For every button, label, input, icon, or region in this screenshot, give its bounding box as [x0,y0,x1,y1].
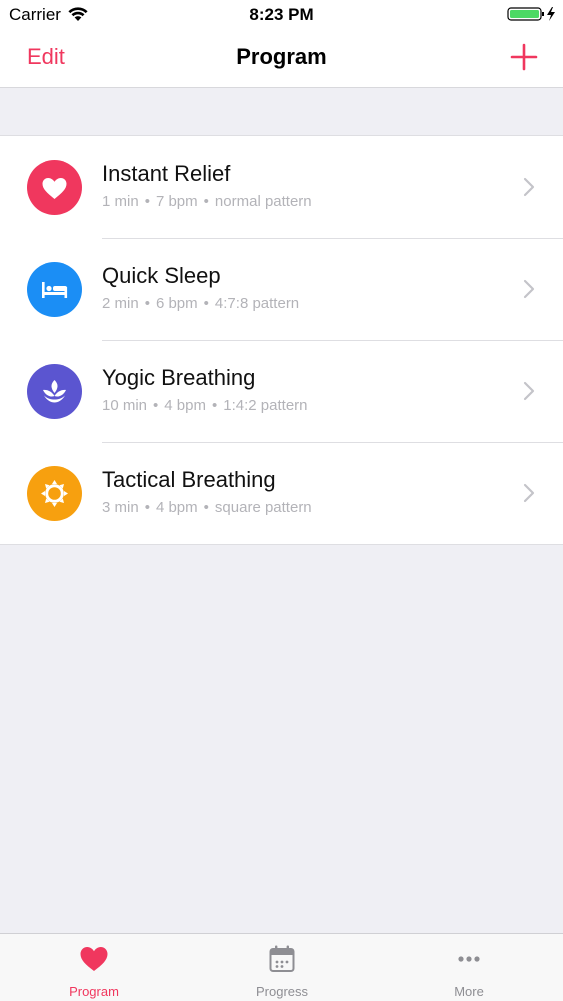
program-details: 2 min • 6 bpm • 4:7:8 pattern [102,295,300,312]
tab-progress[interactable]: Progress [188,934,376,1001]
tab-label: Progress [255,984,309,999]
program-pattern: 1:4:2 pattern [223,397,308,414]
program-title: Tactical Breathing [102,467,276,492]
program-duration: 10 min [102,397,148,414]
tab-label: More [454,984,484,999]
bed-icon [27,262,82,317]
tab-label: Program [69,984,119,999]
program-row-quick-sleep[interactable]: Quick Sleep 2 min • 6 bpm • 4:7:8 pattern [0,238,563,340]
tab-program[interactable]: Program [0,934,188,1001]
lotus-icon [27,364,82,419]
sun-icon [27,466,82,521]
program-rate: 6 bpm [155,295,198,312]
chevron-right-icon [523,483,535,503]
program-title: Instant Relief [102,161,231,186]
chevron-right-icon [523,381,535,401]
calendar-icon [269,945,295,972]
program-pattern: 4:7:8 pattern [214,295,300,312]
battery-icon [507,7,555,21]
program-list: Instant Relief 1 min • 7 bpm • normal patter… [0,135,563,545]
program-rate: 4 bpm [164,397,206,414]
program-rate: 7 bpm [155,193,198,210]
program-duration: 3 min [102,499,139,516]
status-bar: Carrier 8:23 PM [0,0,563,30]
program-pattern: square pattern [214,499,312,516]
tab-bar: Program Progress More [0,933,563,1001]
program-row-instant-relief[interactable]: Instant Relief 1 min • 7 bpm • normal patter… [0,136,563,238]
program-row-tactical-breathing[interactable]: Tactical Breathing 3 min • 4 bpm • square pa… [0,442,563,544]
program-duration: 2 min [102,295,139,312]
tab-more[interactable]: More [375,934,563,1001]
program-details: 1 min • 7 bpm • normal pattern [102,193,312,210]
program-duration: 1 min [102,193,139,210]
program-pattern: normal pattern [214,193,312,210]
status-time: 8:23 PM [249,5,314,24]
program-row-yogic-breathing[interactable]: Yogic Breathing 10 min • 4 bpm • 1:4:2 patte… [0,340,563,442]
heart-icon [27,160,82,215]
program-title: Quick Sleep [102,263,221,288]
page-title: Program [236,44,327,69]
navigation-bar: Edit Program [0,30,563,88]
program-details: 3 min • 4 bpm • square pattern [102,499,312,516]
program-title: Yogic Breathing [102,365,256,390]
plus-icon[interactable] [510,43,538,71]
more-icon [458,956,480,962]
program-rate: 4 bpm [155,499,198,516]
chevron-right-icon [523,177,535,197]
edit-button[interactable]: Edit [27,44,65,70]
program-details: 10 min • 4 bpm • 1:4:2 pattern [102,397,308,414]
chevron-right-icon [523,279,535,299]
heart-icon [80,947,108,971]
